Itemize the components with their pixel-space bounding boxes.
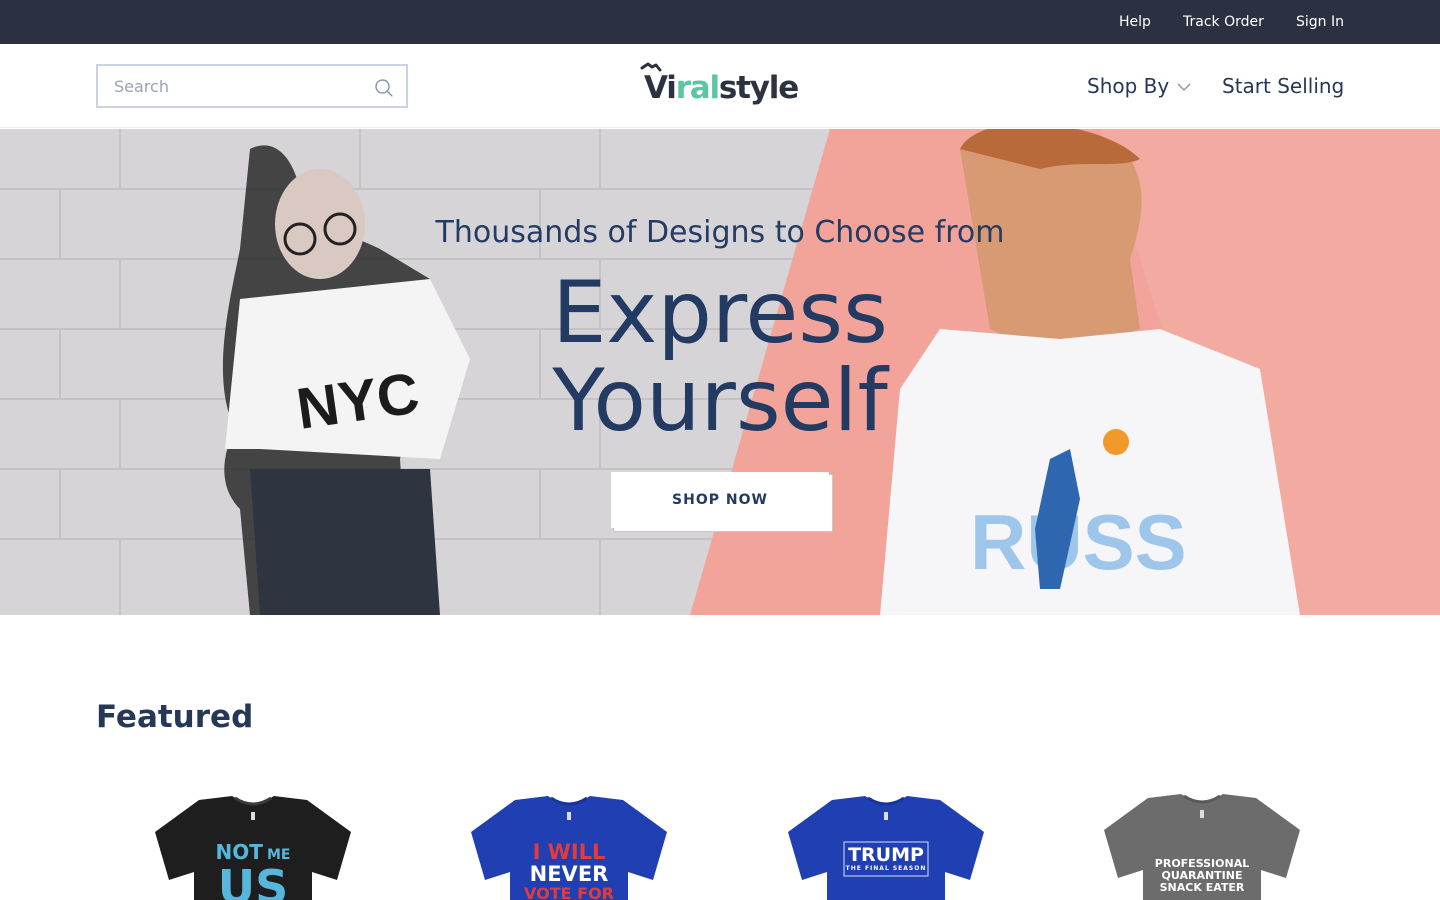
- tee-text-never: NEVER: [529, 862, 609, 886]
- tee-text-trump: TRUMP: [848, 844, 924, 866]
- shop-by-label: Shop By: [1087, 74, 1170, 98]
- hero-banner: NYC RUSS Thousands of Designs to Choose …: [0, 129, 1440, 615]
- hero-title-line2: Yourself: [552, 351, 888, 451]
- search-box: [96, 64, 408, 108]
- svg-text:RUSS: RUSS: [970, 498, 1187, 586]
- chevron-down-icon: [1177, 83, 1191, 91]
- tee-text-final-season: THE FINAL SEASON: [845, 865, 927, 872]
- tee-text-quarantine: QUARANTINE: [1161, 869, 1243, 882]
- site-header: Viralstyle Shop By Start Selling: [0, 44, 1440, 128]
- logo-text-ral: ral: [675, 70, 720, 106]
- product-card-i-will-never-vote[interactable]: I WILL NEVER VOTE FOR: [463, 790, 675, 900]
- hero-title-line1: Express: [552, 263, 888, 363]
- logo-text-vi: Vi: [644, 70, 677, 106]
- product-card-quarantine-snack-eater[interactable]: PROFESSIONAL QUARANTINE SNACK EATER: [1096, 790, 1308, 900]
- search-icon[interactable]: [374, 78, 394, 98]
- shop-now-button[interactable]: SHOP NOW: [611, 472, 829, 528]
- featured-heading: Featured: [96, 699, 254, 735]
- shop-by-menu[interactable]: Shop By: [1087, 74, 1191, 98]
- sign-in-link[interactable]: Sign In: [1296, 13, 1344, 31]
- product-card-not-me-us[interactable]: NOT ME US: [147, 790, 359, 900]
- hero-subtitle: Thousands of Designs to Choose from: [435, 215, 1005, 250]
- search-input[interactable]: [98, 66, 362, 106]
- hero-title: Express Yourself: [0, 269, 1440, 445]
- top-bar: Help Track Order Sign In: [0, 0, 1440, 44]
- tee-text-snack-eater: SNACK EATER: [1159, 881, 1245, 894]
- logo-text-style: style: [718, 70, 799, 106]
- tee-text-professional: PROFESSIONAL: [1154, 857, 1250, 870]
- viralstyle-logo[interactable]: Viralstyle: [640, 62, 802, 110]
- track-order-link[interactable]: Track Order: [1183, 13, 1264, 31]
- tee-text-vote-for: VOTE FOR: [524, 884, 614, 900]
- help-link[interactable]: Help: [1119, 13, 1151, 31]
- start-selling-link[interactable]: Start Selling: [1222, 74, 1344, 98]
- tee-text-i-will: I WILL: [532, 840, 606, 864]
- tee-text-us: US: [217, 860, 289, 900]
- product-card-trump-final-season[interactable]: TRUMP THE FINAL SEASON: [780, 790, 992, 900]
